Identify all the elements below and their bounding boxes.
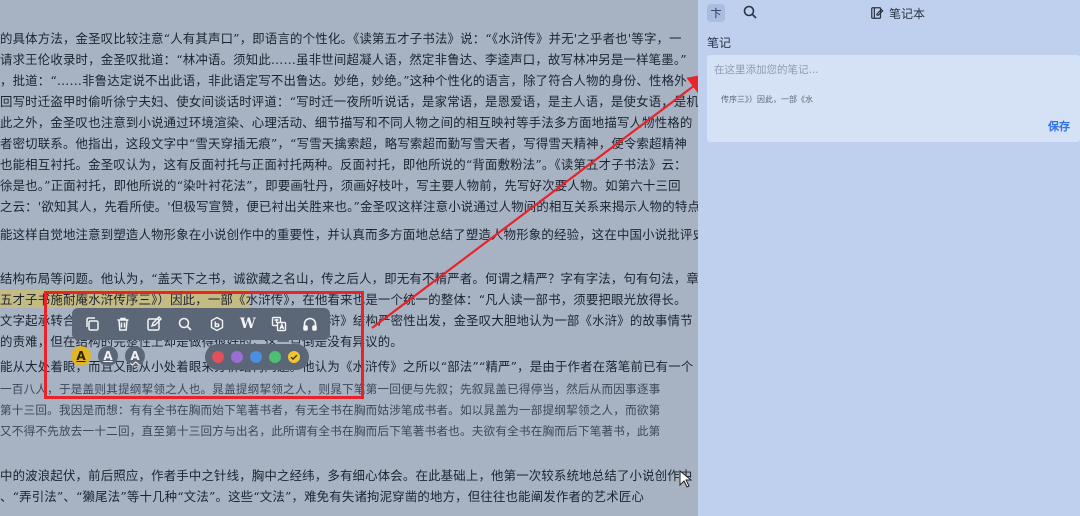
translate-icon[interactable]	[268, 313, 290, 335]
text-line: 的具体方法，金圣叹比较注意“人有其声口”，即语言的个性化。《读第五才子书法》说：…	[0, 31, 682, 46]
reading-pane: 的具体方法，金圣叹比较注意“人有其声口”，即语言的个性化。《读第五才子书法》说：…	[0, 0, 698, 516]
text-line: 一百八人，于是盖则其提纲挈领之人也。晁盖提纲挈领之人，则晁下笔第一回便与先叙；先…	[0, 382, 661, 396]
color-blue-swatch[interactable]	[250, 351, 262, 363]
baidu-icon[interactable]	[206, 313, 228, 335]
notebook-icon	[871, 7, 884, 19]
text-line: 、“弄引法”、“獭尾法”等十几种“文法”。这些“文法”，难免有失诸拘泥穿凿的地方…	[0, 489, 645, 504]
text-line: 也能相互衬托。金圣叹认为，这有反面衬托与正面衬托两种。反面衬托，即他所说的“背面…	[0, 157, 687, 172]
notebook-panel: 卞 笔记本 笔记 传序三》）因此，一部《水 保存	[698, 0, 1080, 516]
note-input[interactable]	[712, 59, 1056, 81]
note-card: 传序三》）因此，一部《水 保存	[707, 55, 1080, 142]
save-button[interactable]: 保存	[1048, 118, 1070, 134]
text-line: 第十三回。我因是而想：有有全书在胸而始下笔著书者，有无全书在胸而姑涉笔成书者。如…	[0, 403, 661, 417]
wavy-underline-style-button[interactable]: A	[125, 346, 145, 366]
color-red-swatch[interactable]	[212, 351, 224, 363]
checkmark-icon	[290, 354, 298, 361]
search-icon[interactable]	[174, 313, 196, 335]
wikipedia-glyph: W	[240, 316, 256, 332]
text-line: 回写时迁盗甲时偷听徐宁夫妇、使女间谈话时评道：“写时迁一夜所听说话，是家常语，是…	[0, 94, 698, 109]
text-line: 此之外，金圣叹也注意到小说通过环境渲染、心理活动、细节描写和不同人物之间的相互映…	[0, 115, 693, 130]
notes-section-label: 笔记	[707, 36, 732, 50]
edit-icon[interactable]	[143, 313, 165, 335]
underline-style-button[interactable]: A	[98, 346, 118, 366]
headphones-icon[interactable]	[299, 313, 321, 335]
text-line: 又不得不先放去一十二回，直至第十三回方与出名，此所谓有全书在胸而后下笔著书者也。…	[0, 424, 661, 438]
text-line: 者密切联系。他指出，这段文字中“雪天穿插无痕”，“写雪天擒索超，略写索超而勤写雪…	[0, 136, 687, 151]
pin-icon[interactable]: 卞	[707, 4, 725, 22]
color-green-swatch[interactable]	[269, 351, 281, 363]
color-palette	[205, 344, 309, 370]
text-line: 能这样自觉地注意到塑造人物形象在小说创作中的重要性，并认真而多方面地总结了塑造人…	[0, 227, 698, 242]
text-line: 徐是也。”正面衬托，即他所说的“染叶衬花法”，即要画牡丹，须画好枝叶，写主要人物…	[0, 178, 681, 193]
note-quote-snippet: 传序三》）因此，一部《水	[721, 95, 813, 104]
text-line: ，批道：“……非鲁达定说不出此语，非此语定写不出鲁达。妙绝，妙绝。”这种个性化的…	[0, 73, 687, 88]
highlight-style-label: A	[76, 349, 86, 363]
underline-style-label: A	[103, 349, 113, 363]
text-line: 五才子书施耐庵水浒传序三》）因此，一部《水浒传》，在他看来也是一个统一的整体：“…	[0, 290, 687, 308]
pin-glyph: 卞	[710, 7, 722, 20]
trash-icon[interactable]	[112, 313, 134, 335]
search-icon[interactable]	[742, 4, 760, 22]
color-yellow-swatch-selected[interactable]	[288, 351, 300, 363]
copy-icon[interactable]	[81, 313, 103, 335]
wikipedia-icon[interactable]: W	[237, 313, 259, 335]
annotation-toolbar: W	[72, 308, 330, 340]
notebook-header: 卞 笔记本	[698, 0, 1080, 26]
text-line: 结构布局等问题。他认为，“盖天下之书，诚欲藏之名山，传之后人，即无有不精严者。何…	[0, 271, 698, 286]
wavy-underline-style-label: A	[130, 349, 140, 363]
highlight-style-button[interactable]: A	[71, 346, 91, 366]
color-purple-swatch[interactable]	[231, 351, 243, 363]
text-line: 中的波浪起伏，前后照应，作者手中之针线，胸中之经纬，多有细心体会。在此基础上，他…	[0, 468, 693, 483]
notebook-title-text: 笔记本	[889, 6, 926, 21]
notebook-title: 笔记本	[870, 4, 925, 22]
text-line: 请求王伦收录时，金圣叹批道：“林冲语。须知此……虽非世间超凝人语，然定非鲁达、李…	[0, 52, 687, 67]
text-line: 之云：'欲知其人，先看所使。'但极写宣赞，便已衬出关胜来也。”金圣叹这样注意小说…	[0, 199, 698, 214]
mouse-cursor-icon	[679, 470, 693, 488]
